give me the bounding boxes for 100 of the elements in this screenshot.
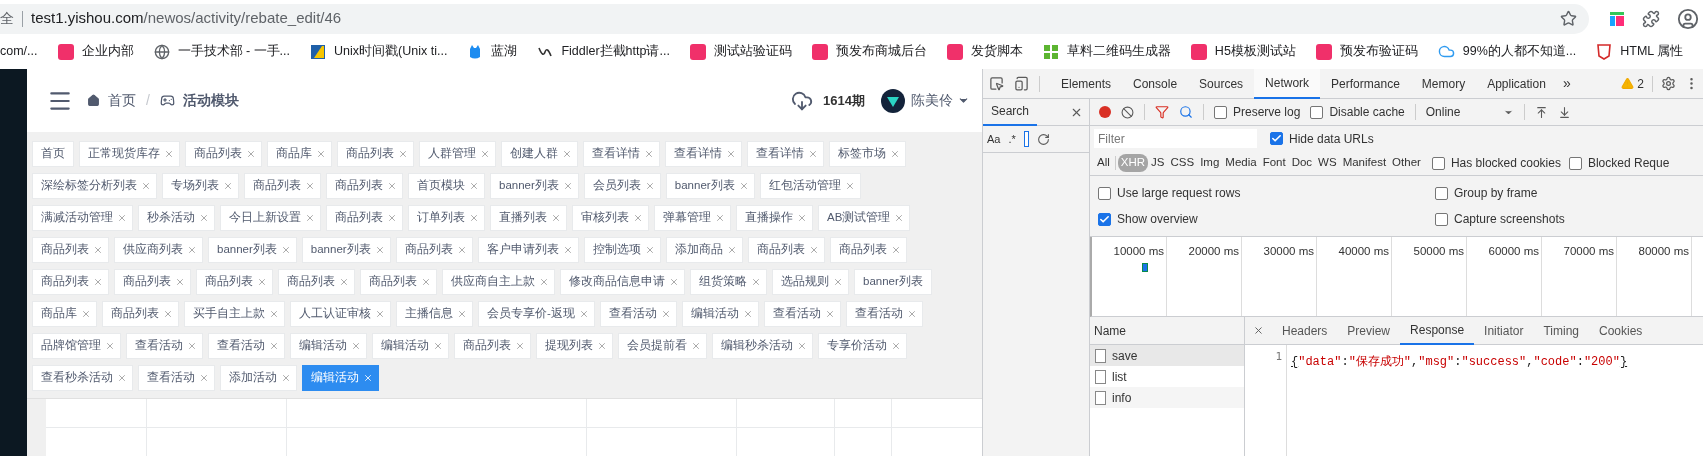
page-tab[interactable]: banner列表: [665, 173, 755, 199]
page-tab[interactable]: AB测试管理: [818, 205, 911, 231]
devtools-tab[interactable]: Elements: [1050, 68, 1123, 99]
checkbox[interactable]: [1214, 105, 1227, 119]
page-tab[interactable]: 商品库: [267, 141, 332, 167]
address-bar[interactable]: 全 test1.yishou.com/newos/activity/rebate_edit/46: [0, 3, 1589, 34]
type-filter[interactable]: CSS: [1167, 154, 1198, 172]
bookmark[interactable]: HTML 属性: [1596, 42, 1684, 61]
page-tab[interactable]: 客户申请列表: [477, 237, 579, 263]
devtools-tab[interactable]: Memory: [1410, 68, 1477, 99]
page-tab[interactable]: 查看活动: [208, 333, 285, 359]
page-tab[interactable]: 商品列表: [244, 173, 321, 199]
page-tab[interactable]: 商品列表: [454, 333, 531, 359]
page-tab[interactable]: 秒杀活动: [138, 205, 215, 231]
type-filter[interactable]: Font: [1259, 154, 1289, 172]
type-filter[interactable]: Other: [1389, 154, 1424, 172]
checkbox[interactable]: [1098, 212, 1111, 226]
search-tab[interactable]: Search: [983, 98, 1038, 126]
page-tab[interactable]: 首页: [32, 141, 74, 167]
type-filter[interactable]: Media: [1222, 154, 1260, 172]
warning-count[interactable]: 2: [1637, 74, 1644, 93]
breadcrumb-item[interactable]: 首页: [108, 90, 136, 111]
page-tab[interactable]: 提现列表: [536, 333, 613, 359]
page-tab[interactable]: 添加活动: [220, 365, 297, 391]
request-row[interactable]: save: [1090, 345, 1244, 366]
bookmark[interactable]: 蓝湖: [467, 42, 518, 61]
bookmark[interactable]: 草料二维码生成器: [1042, 42, 1171, 61]
page-tab[interactable]: 审核列表: [572, 205, 649, 231]
filter-field[interactable]: Filter: [1094, 129, 1257, 148]
page-tab[interactable]: 商品库: [32, 301, 97, 327]
page-tab[interactable]: 查看活动: [138, 365, 215, 391]
page-tab[interactable]: banner列表: [301, 237, 391, 263]
request-row[interactable]: info: [1090, 387, 1244, 408]
inspect-icon[interactable]: [989, 76, 1004, 91]
extension-icon[interactable]: [1609, 10, 1625, 27]
page-tab[interactable]: 会员列表: [583, 173, 661, 199]
page-tab[interactable]: 商品列表: [395, 237, 473, 263]
avatar[interactable]: [881, 88, 905, 113]
type-filter[interactable]: JS: [1148, 154, 1168, 172]
detail-tab[interactable]: Headers: [1272, 316, 1338, 345]
page-tab[interactable]: 商品列表: [360, 269, 437, 295]
page-tab[interactable]: 供应商自主上款: [442, 269, 555, 295]
checkbox[interactable]: [1568, 156, 1582, 170]
devtools-tab[interactable]: Application: [1476, 68, 1557, 99]
column-header[interactable]: Name: [1094, 321, 1126, 340]
detail-tab[interactable]: Response: [1400, 316, 1475, 345]
page-tab[interactable]: banner列表: [208, 237, 297, 263]
more-tabs-button[interactable]: »: [1556, 73, 1577, 94]
refresh-icon[interactable]: [1036, 132, 1050, 146]
match-case-button[interactable]: Aa: [987, 130, 1001, 148]
page-tab[interactable]: 查看活动: [763, 301, 841, 327]
checkbox[interactable]: [1431, 156, 1445, 170]
page-tab[interactable]: 直播列表: [490, 205, 567, 231]
checkbox[interactable]: [1098, 186, 1111, 200]
page-tab[interactable]: 买手自主上款: [184, 301, 285, 327]
bookmark[interactable]: 一手技术部 - 一手...: [153, 42, 291, 61]
bookmark[interactable]: Unix时间戳(Unix ti...: [310, 42, 448, 61]
search-field[interactable]: [1023, 131, 1029, 147]
devtools-tab[interactable]: Sources: [1188, 68, 1255, 99]
page-tab[interactable]: 编辑活动: [372, 333, 449, 359]
profile-icon[interactable]: [1677, 7, 1699, 30]
checkbox[interactable]: [1270, 132, 1283, 145]
page-tab[interactable]: 商品列表: [185, 141, 262, 167]
page-tab[interactable]: 编辑活动: [290, 333, 367, 359]
bookmark[interactable]: 预发布商城后台: [811, 42, 927, 61]
cloud-download-icon[interactable]: [791, 89, 814, 112]
page-tab[interactable]: 商品列表: [326, 173, 403, 199]
page-tab[interactable]: 人工认证审核: [290, 301, 391, 327]
search-icon[interactable]: [1179, 105, 1193, 119]
page-tab[interactable]: 深绘标签分析列表: [32, 173, 157, 199]
page-tab[interactable]: 控制选项: [583, 237, 661, 263]
page-tab[interactable]: 商品列表: [114, 269, 191, 295]
page-tab[interactable]: 品牌馆管理: [32, 333, 121, 359]
detail-tab[interactable]: Timing: [1533, 316, 1589, 345]
page-tab[interactable]: 今日上新设置: [220, 205, 321, 231]
page-tab[interactable]: 创建人群: [501, 141, 578, 167]
page-tab[interactable]: 商品列表: [196, 269, 273, 295]
warning-icon[interactable]: [1621, 77, 1635, 90]
close-icon[interactable]: [1253, 325, 1264, 336]
record-button[interactable]: [1099, 106, 1111, 118]
page-tab[interactable]: 商品列表: [32, 237, 109, 263]
page-tab[interactable]: 商品列表: [326, 205, 403, 231]
detail-tab[interactable]: Cookies: [1589, 316, 1653, 345]
page-tab[interactable]: 红包活动管理: [759, 173, 861, 199]
page-tab[interactable]: 商品列表: [829, 237, 907, 263]
page-tab[interactable]: 选品规则: [772, 269, 849, 295]
type-filter[interactable]: All: [1094, 154, 1113, 172]
checkbox[interactable]: [1435, 212, 1448, 226]
page-tab[interactable]: 商品列表: [747, 237, 825, 263]
page-tab[interactable]: 人群管理: [419, 141, 496, 167]
page-tab[interactable]: 主播信息: [396, 301, 473, 327]
bookmark[interactable]: 发货脚本: [946, 42, 1023, 61]
puzzle-icon[interactable]: [1642, 9, 1660, 28]
page-tab[interactable]: 弹幕管理: [654, 205, 731, 231]
page-tab[interactable]: 商品列表: [337, 141, 414, 167]
checkbox[interactable]: [1435, 186, 1448, 200]
bookmark[interactable]: Fiddler拦截http请...: [537, 42, 670, 61]
page-tab[interactable]: 商品列表: [278, 269, 355, 295]
page-tab[interactable]: 查看活动: [845, 301, 923, 327]
page-tab[interactable]: 组货策略: [690, 269, 767, 295]
